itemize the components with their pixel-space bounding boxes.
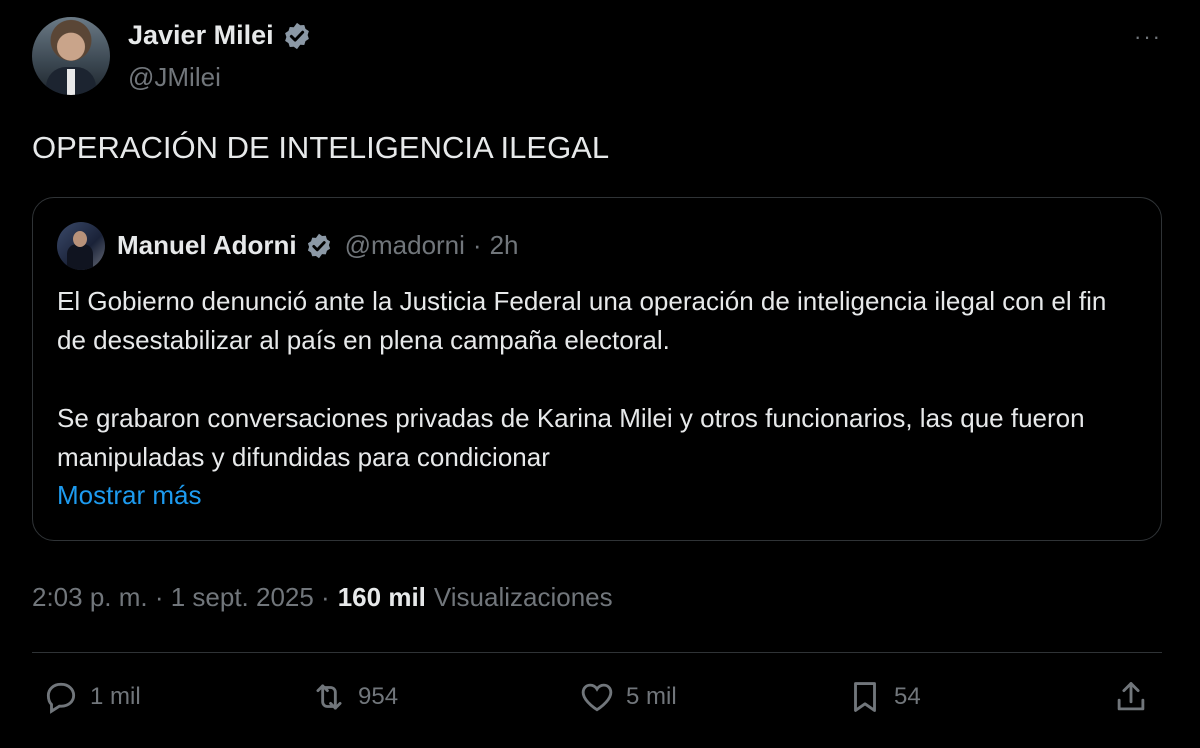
views-label: Visualizaciones xyxy=(433,582,613,612)
action-bar: 1 mil 954 5 mil 54 xyxy=(32,678,1162,726)
bookmark-count: 54 xyxy=(894,683,921,710)
share-icon xyxy=(1117,682,1145,711)
verified-badge-icon xyxy=(307,233,330,258)
quoted-author-handle[interactable]: @madorni xyxy=(345,230,465,261)
bookmark-button[interactable]: 54 xyxy=(846,678,921,716)
heart-icon xyxy=(581,683,613,712)
author-name-row: Javier Milei xyxy=(128,20,312,51)
repost-button[interactable]: 954 xyxy=(310,678,398,716)
bookmark-icon xyxy=(854,682,876,712)
verified-badge-icon xyxy=(284,22,309,49)
quoted-author-avatar[interactable] xyxy=(57,222,105,270)
more-options-icon[interactable]: ··· xyxy=(1134,24,1162,50)
tweet-text: OPERACIÓN DE INTELIGENCIA ILEGAL xyxy=(32,130,610,165)
views-count: 160 mil xyxy=(337,582,426,612)
show-more-link[interactable]: Mostrar más xyxy=(57,480,201,511)
quoted-author-name[interactable]: Manuel Adorni xyxy=(117,230,297,261)
share-button[interactable] xyxy=(1112,678,1150,716)
repost-icon xyxy=(316,684,342,710)
quoted-tweet-header: Manuel Adorni @madorni · 2h xyxy=(117,230,519,261)
reply-button[interactable]: 1 mil xyxy=(42,678,141,716)
quoted-tweet-card[interactable]: Manuel Adorni @madorni · 2h El Gobierno … xyxy=(32,197,1162,541)
reply-icon xyxy=(46,682,76,714)
quoted-paragraph-1: El Gobierno denunció ante la Justicia Fe… xyxy=(57,286,1107,355)
author-name[interactable]: Javier Milei xyxy=(128,20,274,51)
author-handle[interactable]: @JMilei xyxy=(128,62,221,93)
quoted-tweet-time[interactable]: 2h xyxy=(490,230,519,261)
tweet-meta: 2:03 p. m. · 1 sept. 2025 · 160 mil Visu… xyxy=(32,582,613,613)
quoted-paragraph-2: Se grabaron conversaciones privadas de K… xyxy=(57,403,1085,472)
repost-count: 954 xyxy=(358,683,399,710)
reply-count: 1 mil xyxy=(90,683,141,710)
divider xyxy=(32,652,1162,653)
author-avatar[interactable] xyxy=(32,17,110,95)
separator-dot: · xyxy=(472,230,482,260)
quoted-tweet-body: El Gobierno denunció ante la Justicia Fe… xyxy=(57,282,1137,477)
like-button[interactable]: 5 mil xyxy=(578,678,677,716)
tweet-timestamp[interactable]: 2:03 p. m. · 1 sept. 2025 · xyxy=(32,582,330,613)
like-count: 5 mil xyxy=(626,683,677,710)
